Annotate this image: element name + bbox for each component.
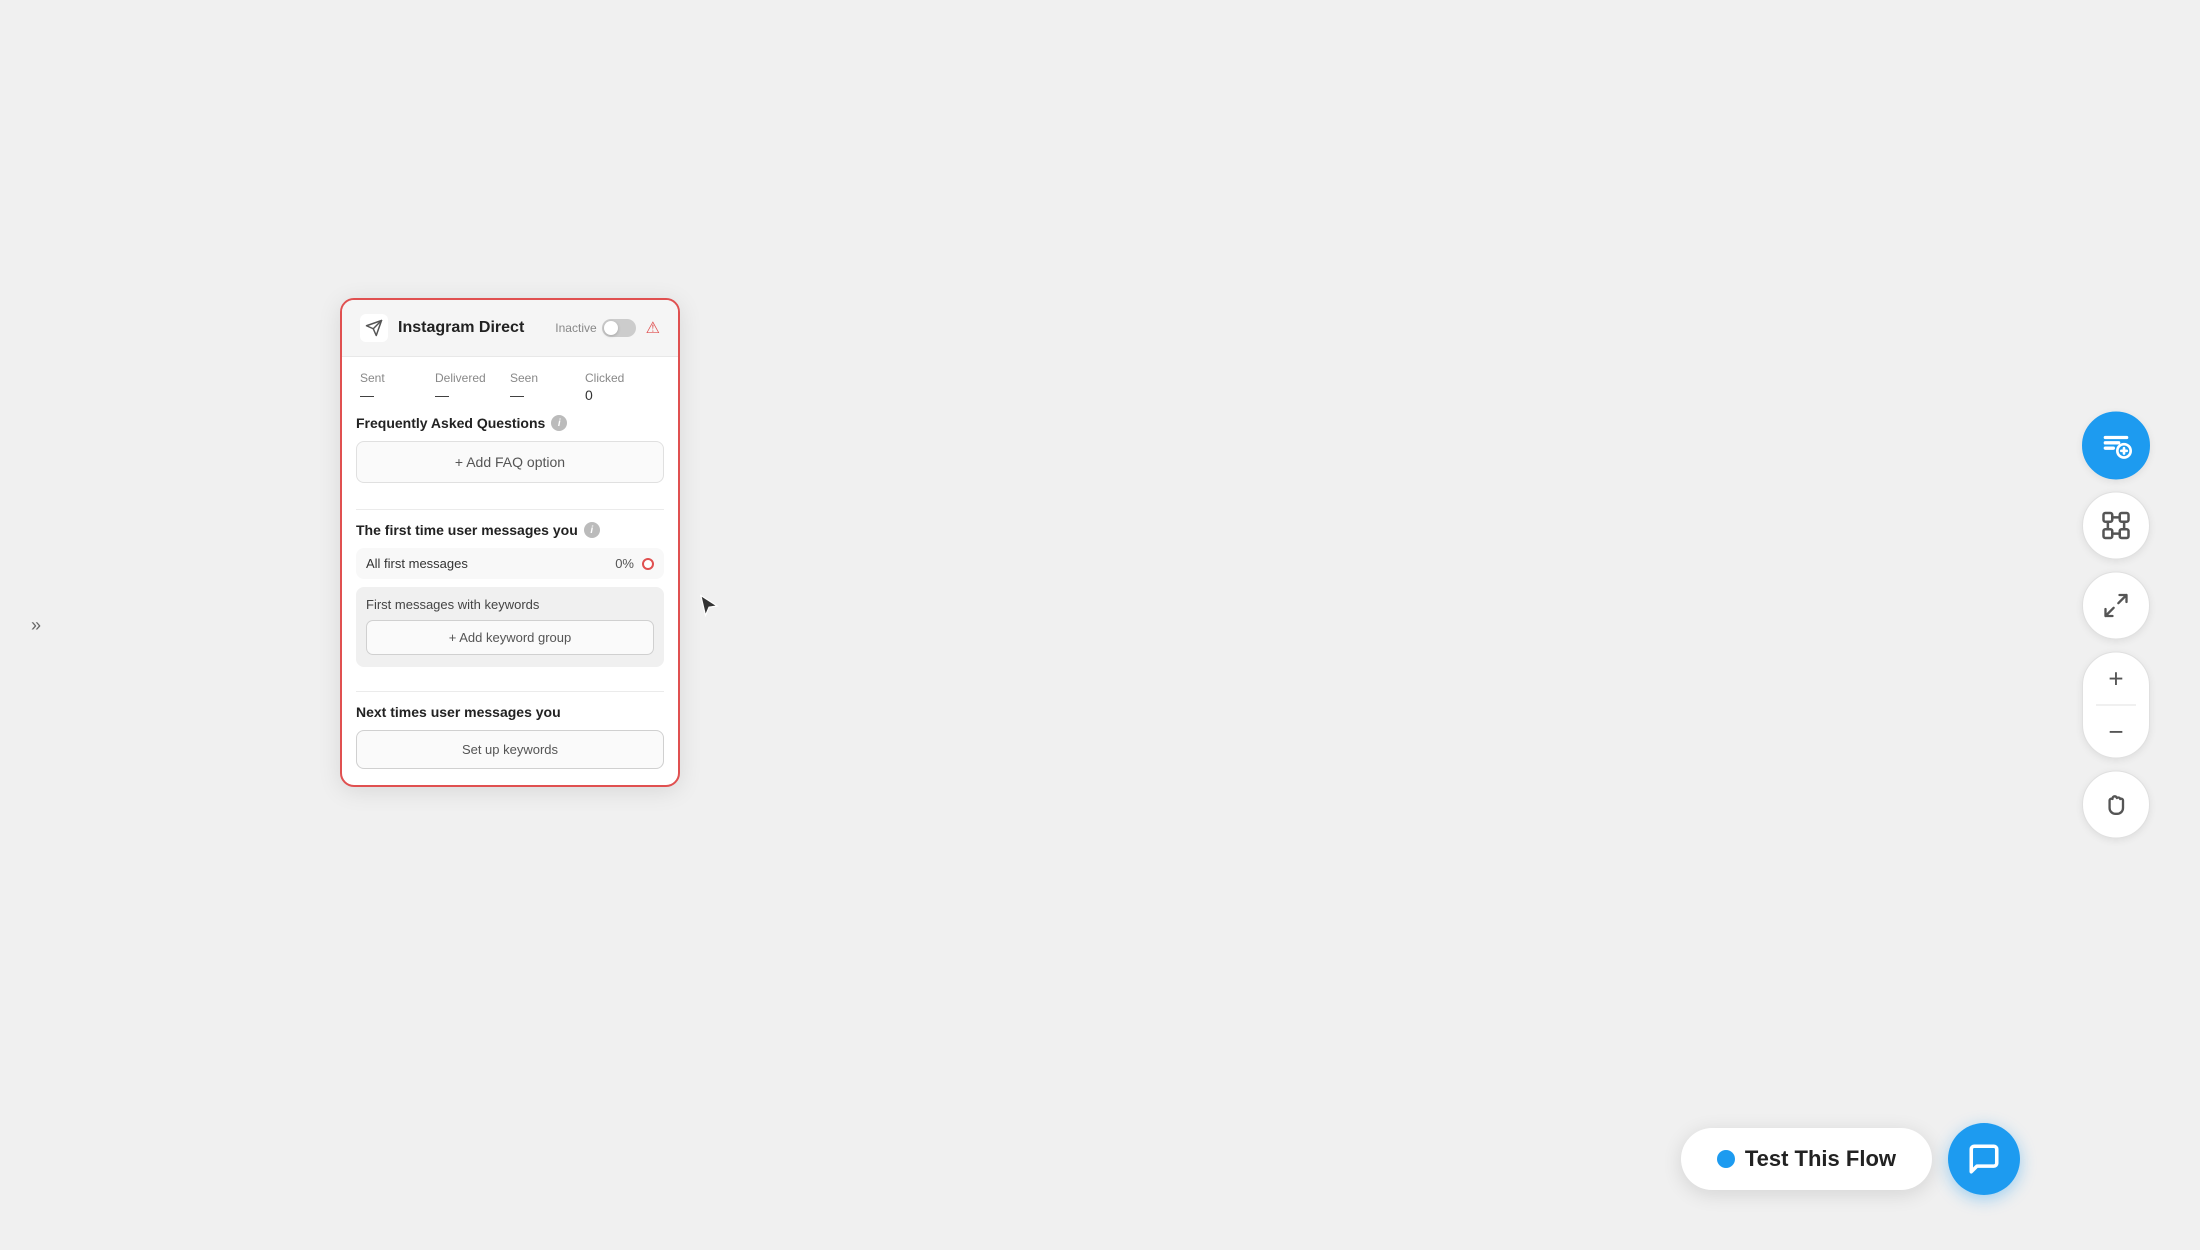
card-platform-icon <box>360 314 388 342</box>
active-toggle[interactable] <box>602 319 636 337</box>
stat-sent-label: Sent <box>360 371 435 385</box>
card-header: Instagram Direct Inactive ⚠ <box>342 300 678 357</box>
stat-sent-value: — <box>360 387 435 403</box>
next-times-section: Next times user messages you Set up keyw… <box>342 704 678 785</box>
first-time-title-text: The first time user messages you <box>356 522 578 538</box>
test-flow-label: Test This Flow <box>1745 1146 1896 1172</box>
canvas: » Instagram Direct Inactive ⚠ Sent <box>0 0 2200 1250</box>
faq-section: Frequently Asked Questions i + Add FAQ o… <box>342 415 678 497</box>
zoom-in-button[interactable]: + <box>2082 653 2150 705</box>
stat-clicked-label: Clicked <box>585 371 660 385</box>
add-node-button[interactable] <box>2082 412 2150 480</box>
collapse-icon: » <box>31 615 41 636</box>
right-toolbar: + − <box>2082 412 2150 839</box>
keywords-label: First messages with keywords <box>366 597 654 612</box>
first-time-info-icon: i <box>584 522 600 538</box>
hand-tool-button[interactable] <box>2082 771 2150 839</box>
chat-fab-button[interactable] <box>1948 1123 2020 1195</box>
warning-icon: ⚠ <box>646 318 660 338</box>
faq-section-title: Frequently Asked Questions i <box>356 415 664 431</box>
faq-title-text: Frequently Asked Questions <box>356 415 545 431</box>
zoom-out-icon: − <box>2108 716 2123 747</box>
status-badge: Inactive <box>555 319 635 337</box>
stat-seen: Seen — <box>510 371 585 403</box>
keywords-subsection: First messages with keywords + Add keywo… <box>356 587 664 667</box>
stat-delivered-label: Delivered <box>435 371 510 385</box>
setup-keywords-button[interactable]: Set up keywords <box>356 730 664 769</box>
zoom-out-button[interactable]: − <box>2082 706 2150 758</box>
stat-delivered: Delivered — <box>435 371 510 403</box>
compress-button[interactable] <box>2082 572 2150 640</box>
stat-sent: Sent — <box>360 371 435 403</box>
zoom-controls: + − <box>2082 652 2150 759</box>
all-first-messages-row[interactable]: All first messages 0% <box>356 548 664 579</box>
flow-view-button[interactable] <box>2082 492 2150 560</box>
zoom-in-icon: + <box>2108 663 2123 694</box>
collapse-button[interactable]: » <box>18 607 54 643</box>
first-time-section: The first time user messages you i All f… <box>342 522 678 679</box>
stats-row: Sent — Delivered — Seen — Clicked 0 <box>342 357 678 415</box>
all-first-messages-label: All first messages <box>366 556 468 571</box>
divider-2 <box>356 691 664 692</box>
add-keyword-button[interactable]: + Add keyword group <box>366 620 654 655</box>
cursor <box>695 592 723 620</box>
stat-seen-value: — <box>510 387 585 403</box>
card-title: Instagram Direct <box>398 319 545 337</box>
test-flow-button[interactable]: Test This Flow <box>1681 1128 1932 1190</box>
stat-seen-label: Seen <box>510 371 585 385</box>
faq-info-icon: i <box>551 415 567 431</box>
all-first-messages-percent: 0% <box>615 556 634 571</box>
instagram-direct-card: Instagram Direct Inactive ⚠ Sent — Deliv… <box>340 298 680 787</box>
stat-clicked-value: 0 <box>585 387 660 403</box>
bottom-right-area: Test This Flow <box>1681 1123 2020 1195</box>
divider-1 <box>356 509 664 510</box>
all-first-messages-right: 0% <box>615 556 654 571</box>
stat-delivered-value: — <box>435 387 510 403</box>
next-times-title: Next times user messages you <box>356 704 664 720</box>
all-first-messages-connector <box>642 558 654 570</box>
status-label: Inactive <box>555 321 596 335</box>
stat-clicked: Clicked 0 <box>585 371 660 403</box>
first-time-title: The first time user messages you i <box>356 522 664 538</box>
next-times-title-text: Next times user messages you <box>356 704 561 720</box>
test-flow-dot <box>1717 1150 1735 1168</box>
add-faq-button[interactable]: + Add FAQ option <box>356 441 664 483</box>
